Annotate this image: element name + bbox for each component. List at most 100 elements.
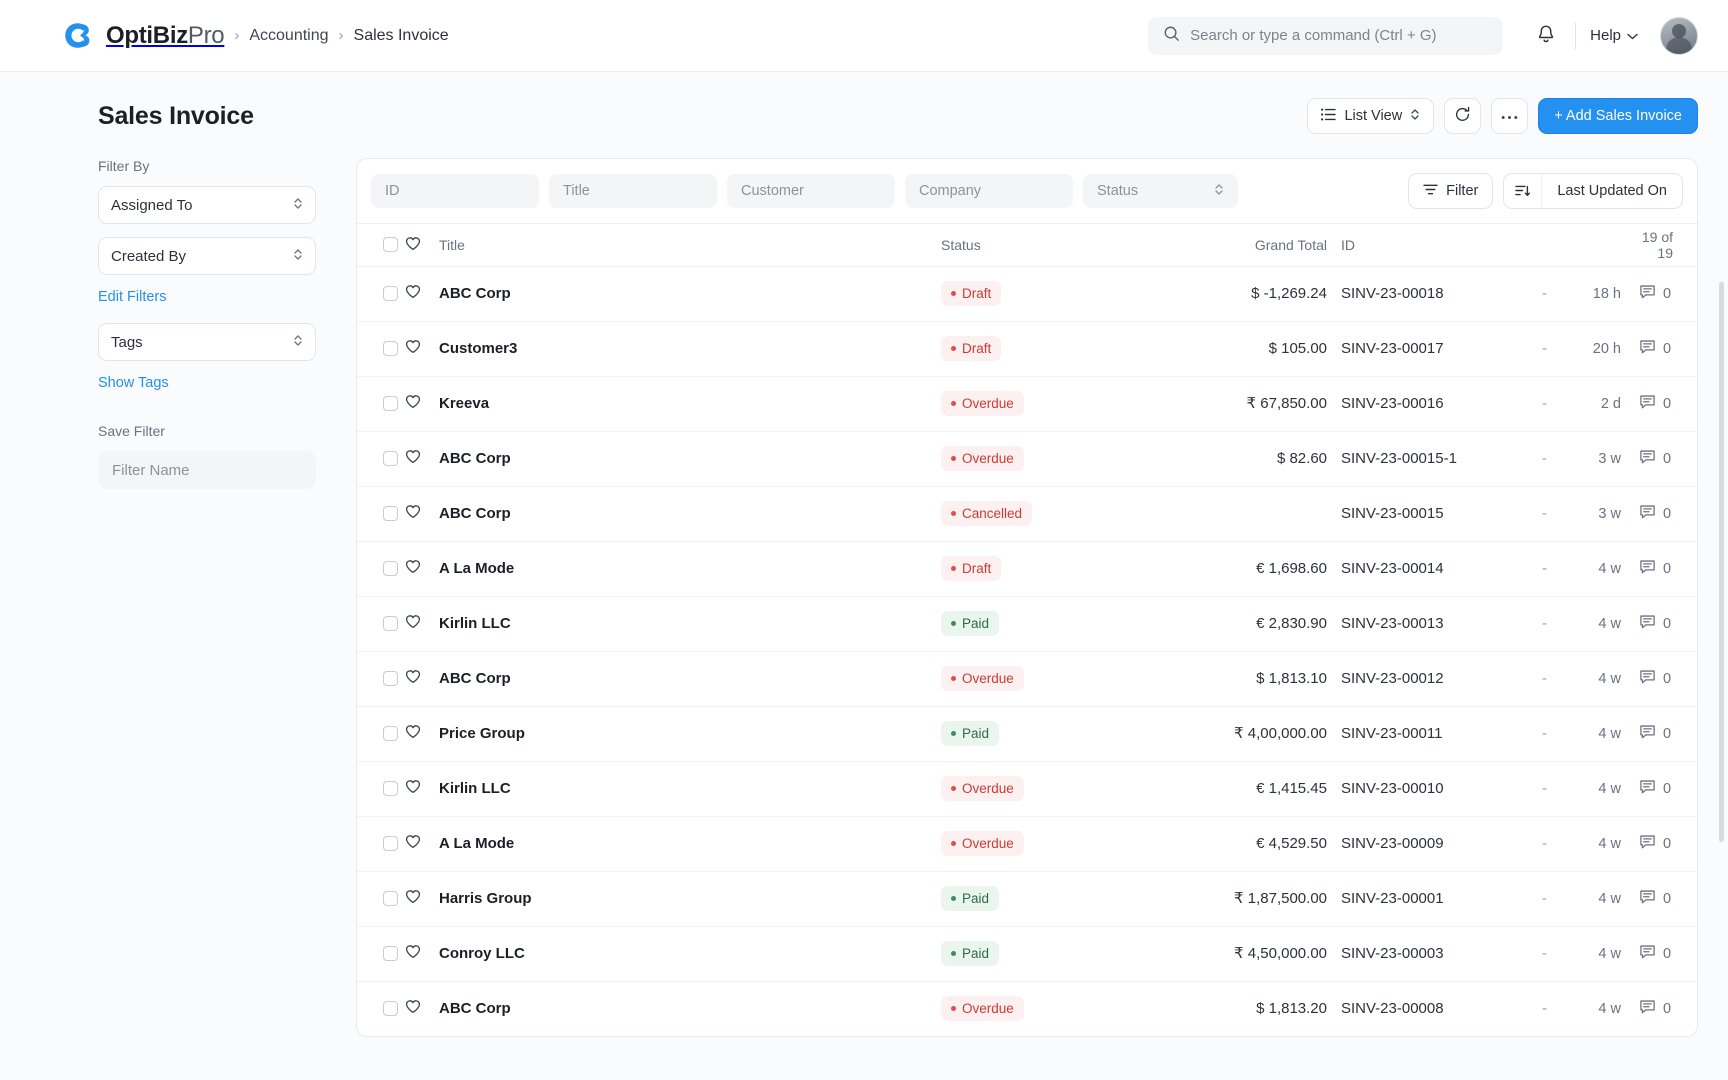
row-id-cell[interactable]: SINV-23-00012 <box>1341 651 1491 706</box>
row-checkbox[interactable] <box>383 946 398 961</box>
row-comment-cell[interactable]: 0 <box>1621 321 1697 376</box>
heart-icon[interactable] <box>405 616 421 633</box>
row-comment-cell[interactable]: 0 <box>1621 431 1697 486</box>
heart-icon[interactable] <box>405 671 421 688</box>
title-header[interactable]: Title <box>439 224 941 266</box>
row-id-cell[interactable]: SINV-23-00003 <box>1341 926 1491 981</box>
table-row[interactable]: Harris GroupPaid₹ 1,87,500.00SINV-23-000… <box>357 871 1697 926</box>
row-title-cell[interactable]: A La Mode <box>439 541 941 596</box>
row-comment-cell[interactable]: 0 <box>1621 926 1697 981</box>
row-comment-cell[interactable]: 0 <box>1621 761 1697 816</box>
table-row[interactable]: Conroy LLCPaid₹ 4,50,000.00SINV-23-00003… <box>357 926 1697 981</box>
heart-icon[interactable] <box>405 836 421 853</box>
filter-company-input[interactable]: Company <box>905 174 1073 208</box>
refresh-button[interactable] <box>1444 98 1481 134</box>
comment-group[interactable]: 0 <box>1639 614 1697 634</box>
table-row[interactable]: KreevaOverdue₹ 67,850.00SINV-23-00016-2 … <box>357 376 1697 431</box>
row-title-cell[interactable]: Conroy LLC <box>439 926 941 981</box>
comment-group[interactable]: 0 <box>1639 339 1697 359</box>
comment-group[interactable]: 0 <box>1639 504 1697 524</box>
row-id-cell[interactable]: SINV-23-00015 <box>1341 486 1491 541</box>
comment-group[interactable]: 0 <box>1639 889 1697 909</box>
comment-group[interactable]: 0 <box>1639 779 1697 799</box>
sort-descending-icon[interactable] <box>1504 174 1542 208</box>
row-title-cell[interactable]: Harris Group <box>439 871 941 926</box>
row-comment-cell[interactable]: 0 <box>1621 376 1697 431</box>
heart-icon[interactable] <box>405 451 421 468</box>
heart-icon[interactable] <box>405 506 421 523</box>
tags-select[interactable]: Tags <box>98 323 316 361</box>
row-checkbox[interactable] <box>383 726 398 741</box>
row-id-cell[interactable]: SINV-23-00014 <box>1341 541 1491 596</box>
row-checkbox[interactable] <box>383 396 398 411</box>
row-title-cell[interactable]: ABC Corp <box>439 266 941 321</box>
row-id-cell[interactable]: SINV-23-00009 <box>1341 816 1491 871</box>
row-title[interactable]: Price Group <box>439 725 525 742</box>
heart-icon[interactable] <box>405 726 421 743</box>
help-menu[interactable]: Help <box>1584 27 1644 44</box>
heart-icon[interactable] <box>405 781 421 798</box>
global-search[interactable]: Search or type a command (Ctrl + G) <box>1148 17 1503 55</box>
row-comment-cell[interactable]: 0 <box>1621 981 1697 1036</box>
row-title-cell[interactable]: ABC Corp <box>439 486 941 541</box>
row-title[interactable]: A La Mode <box>439 835 514 852</box>
row-id-cell[interactable]: SINV-23-00010 <box>1341 761 1491 816</box>
row-id-cell[interactable]: SINV-23-00013 <box>1341 596 1491 651</box>
heart-icon[interactable] <box>405 341 421 358</box>
comment-group[interactable]: 0 <box>1639 394 1697 414</box>
row-checkbox[interactable] <box>383 1001 398 1016</box>
row-checkbox[interactable] <box>383 341 398 356</box>
row-title-cell[interactable]: Kirlin LLC <box>439 761 941 816</box>
row-title[interactable]: ABC Corp <box>439 1000 511 1017</box>
table-row[interactable]: ABC CorpCancelledSINV-23-00015-3 w0 <box>357 486 1697 541</box>
row-title[interactable]: Conroy LLC <box>439 945 525 962</box>
row-title[interactable]: Customer3 <box>439 340 517 357</box>
list-view-button[interactable]: List View <box>1307 98 1434 134</box>
row-id-cell[interactable]: SINV-23-00001 <box>1341 871 1491 926</box>
breadcrumb-sales-invoice[interactable]: Sales Invoice <box>354 27 449 45</box>
row-title[interactable]: Kirlin LLC <box>439 780 511 797</box>
sort-field-label[interactable]: Last Updated On <box>1542 174 1682 208</box>
breadcrumb-accounting[interactable]: Accounting <box>249 27 328 45</box>
row-checkbox[interactable] <box>383 286 398 301</box>
sort-control[interactable]: Last Updated On <box>1503 173 1683 209</box>
grand-total-header[interactable]: Grand Total <box>1151 224 1341 266</box>
row-comment-cell[interactable]: 0 <box>1621 541 1697 596</box>
row-checkbox[interactable] <box>383 616 398 631</box>
row-id-cell[interactable]: SINV-23-00011 <box>1341 706 1491 761</box>
heart-icon[interactable] <box>405 1001 421 1018</box>
more-options-button[interactable] <box>1491 98 1528 134</box>
row-comment-cell[interactable]: 0 <box>1621 816 1697 871</box>
id-header[interactable]: ID <box>1341 224 1491 266</box>
row-id-cell[interactable]: SINV-23-00018 <box>1341 266 1491 321</box>
row-title[interactable]: ABC Corp <box>439 505 511 522</box>
comment-group[interactable]: 0 <box>1639 834 1697 854</box>
row-id-cell[interactable]: SINV-23-00016 <box>1341 376 1491 431</box>
row-comment-cell[interactable]: 0 <box>1621 486 1697 541</box>
search-input[interactable]: Search or type a command (Ctrl + G) <box>1190 27 1436 44</box>
row-title[interactable]: ABC Corp <box>439 450 511 467</box>
table-row[interactable]: ABC CorpDraft$ -1,269.24SINV-23-00018-18… <box>357 266 1697 321</box>
heart-icon[interactable] <box>405 946 421 963</box>
notifications-button[interactable] <box>1525 16 1567 56</box>
row-title[interactable]: ABC Corp <box>439 670 511 687</box>
row-id-cell[interactable]: SINV-23-00015-1 <box>1341 431 1491 486</box>
row-checkbox[interactable] <box>383 836 398 851</box>
row-title-cell[interactable]: ABC Corp <box>439 431 941 486</box>
table-row[interactable]: ABC CorpOverdue$ 1,813.10SINV-23-00012-4… <box>357 651 1697 706</box>
table-row[interactable]: ABC CorpOverdue$ 1,813.20SINV-23-00008-4… <box>357 981 1697 1036</box>
row-title[interactable]: ABC Corp <box>439 285 511 302</box>
filter-button[interactable]: Filter <box>1408 173 1493 209</box>
comment-group[interactable]: 0 <box>1639 944 1697 964</box>
row-checkbox[interactable] <box>383 891 398 906</box>
row-comment-cell[interactable]: 0 <box>1621 871 1697 926</box>
row-title-cell[interactable]: ABC Corp <box>439 651 941 706</box>
row-title[interactable]: Kreeva <box>439 395 489 412</box>
row-title-cell[interactable]: Kirlin LLC <box>439 596 941 651</box>
heart-icon[interactable] <box>405 286 421 303</box>
filter-id-input[interactable]: ID <box>371 174 539 208</box>
heart-icon[interactable] <box>405 561 421 578</box>
row-comment-cell[interactable]: 0 <box>1621 266 1697 321</box>
row-checkbox[interactable] <box>383 671 398 686</box>
row-checkbox[interactable] <box>383 561 398 576</box>
